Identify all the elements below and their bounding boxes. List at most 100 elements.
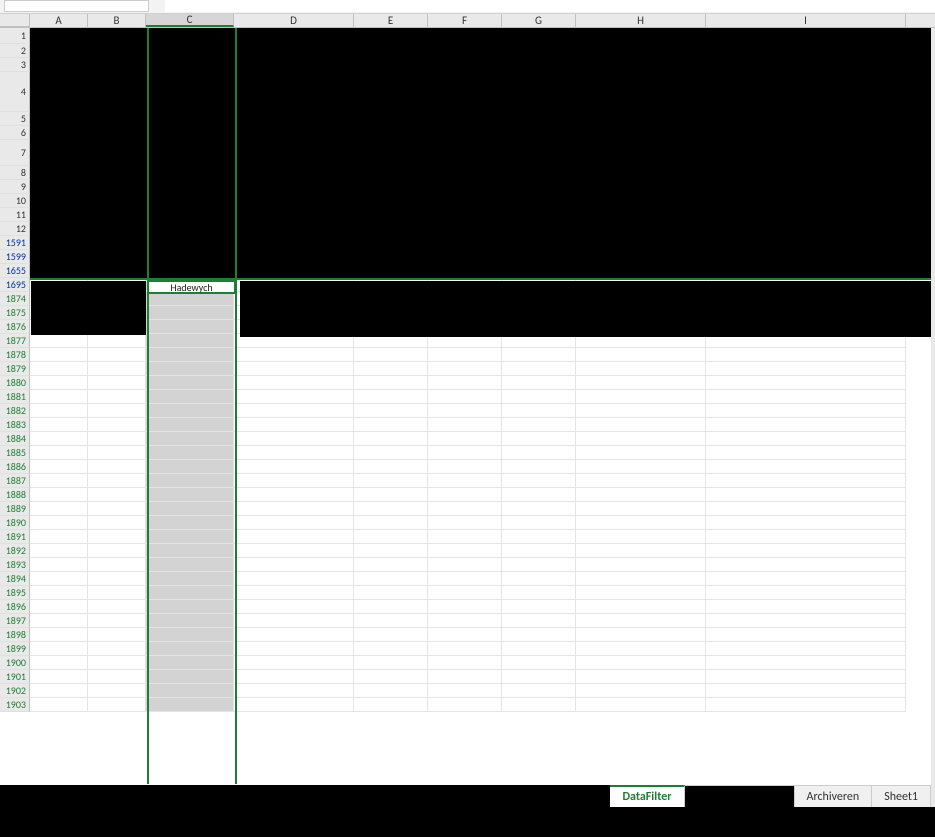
cell[interactable] [146, 488, 234, 502]
cell[interactable] [146, 614, 234, 628]
cell[interactable] [146, 446, 234, 460]
cell[interactable] [706, 642, 906, 656]
cell[interactable] [234, 558, 354, 572]
cell[interactable] [88, 600, 146, 614]
cell[interactable] [354, 502, 428, 516]
row-head[interactable]: 1875 [0, 306, 30, 320]
cell[interactable] [30, 628, 88, 642]
cell[interactable] [354, 530, 428, 544]
cell[interactable] [428, 390, 502, 404]
cell[interactable] [146, 348, 234, 362]
formula-input[interactable] [165, 0, 935, 12]
row-head[interactable]: 1899 [0, 642, 30, 656]
cell[interactable] [502, 432, 576, 446]
row-head[interactable]: 2 [0, 44, 30, 58]
cell[interactable] [428, 474, 502, 488]
cell[interactable] [706, 530, 906, 544]
cell[interactable] [88, 670, 146, 684]
cell[interactable] [706, 418, 906, 432]
row-head[interactable]: 1877 [0, 334, 30, 348]
cell[interactable] [234, 362, 354, 376]
cell[interactable] [502, 418, 576, 432]
cell[interactable] [234, 656, 354, 670]
cell[interactable] [234, 502, 354, 516]
cell[interactable] [354, 698, 428, 712]
cell[interactable] [30, 474, 88, 488]
cell[interactable] [502, 684, 576, 698]
cell[interactable] [706, 558, 906, 572]
cell[interactable] [30, 656, 88, 670]
cell[interactable] [234, 572, 354, 586]
cell[interactable] [354, 558, 428, 572]
cell[interactable] [30, 572, 88, 586]
cell[interactable] [502, 502, 576, 516]
cell[interactable] [234, 586, 354, 600]
row-head[interactable]: 1887 [0, 474, 30, 488]
row-head[interactable]: 1881 [0, 390, 30, 404]
cell[interactable] [428, 628, 502, 642]
cell[interactable] [706, 404, 906, 418]
cell[interactable] [88, 614, 146, 628]
col-head-A[interactable]: A [30, 14, 88, 27]
cell[interactable] [576, 432, 706, 446]
cell[interactable] [354, 670, 428, 684]
cell[interactable] [88, 432, 146, 446]
row-head[interactable]: 4 [0, 72, 30, 112]
cell[interactable] [88, 502, 146, 516]
cell[interactable] [88, 376, 146, 390]
cell[interactable] [88, 656, 146, 670]
cell[interactable] [234, 614, 354, 628]
cell[interactable] [30, 586, 88, 600]
cell[interactable] [354, 586, 428, 600]
cell[interactable] [146, 390, 234, 404]
cell[interactable] [576, 656, 706, 670]
col-head-B[interactable]: B [88, 14, 146, 27]
cell[interactable] [146, 320, 234, 334]
cell[interactable] [88, 530, 146, 544]
cell[interactable] [576, 530, 706, 544]
cell[interactable] [576, 600, 706, 614]
cell[interactable] [706, 432, 906, 446]
cell[interactable] [502, 530, 576, 544]
cell[interactable] [146, 404, 234, 418]
cell[interactable] [88, 642, 146, 656]
cell[interactable] [88, 474, 146, 488]
cell[interactable] [30, 334, 88, 348]
cell[interactable] [576, 670, 706, 684]
cell[interactable] [88, 460, 146, 474]
cell[interactable] [30, 418, 88, 432]
row-head[interactable]: 1599 [0, 250, 30, 264]
cell[interactable] [706, 572, 906, 586]
cell[interactable] [354, 516, 428, 530]
cell[interactable] [706, 390, 906, 404]
cell[interactable] [428, 348, 502, 362]
cell[interactable] [502, 698, 576, 712]
cell[interactable] [30, 460, 88, 474]
cell[interactable] [234, 488, 354, 502]
row-head[interactable]: 1891 [0, 530, 30, 544]
cell[interactable] [88, 586, 146, 600]
cell[interactable] [234, 600, 354, 614]
cell[interactable] [30, 516, 88, 530]
row-head[interactable]: 1884 [0, 432, 30, 446]
cell[interactable] [146, 698, 234, 712]
cell[interactable] [234, 516, 354, 530]
select-all-corner[interactable] [0, 14, 30, 27]
cell[interactable] [354, 348, 428, 362]
cell[interactable] [88, 544, 146, 558]
cell[interactable] [428, 670, 502, 684]
cell[interactable] [146, 656, 234, 670]
cell[interactable] [30, 404, 88, 418]
row-head[interactable]: 1903 [0, 698, 30, 712]
cell[interactable] [146, 460, 234, 474]
cell[interactable] [354, 656, 428, 670]
row-head[interactable]: 1893 [0, 558, 30, 572]
cell[interactable] [576, 642, 706, 656]
cell[interactable] [576, 572, 706, 586]
cell[interactable] [706, 362, 906, 376]
cell[interactable] [354, 600, 428, 614]
cell[interactable] [428, 460, 502, 474]
cell[interactable] [146, 558, 234, 572]
cell[interactable] [88, 334, 146, 348]
cell[interactable] [146, 642, 234, 656]
